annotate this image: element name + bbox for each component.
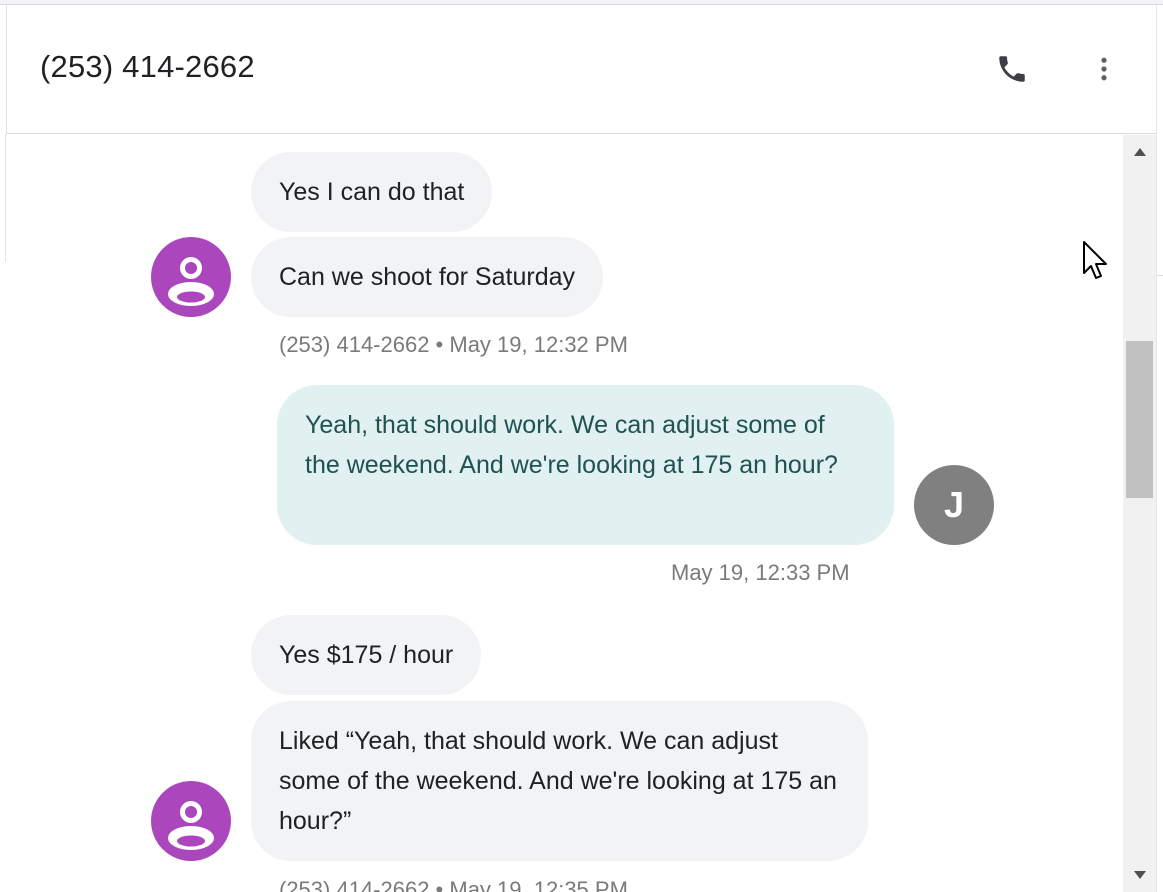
my-avatar[interactable]: J [914,465,994,545]
conversation-header: (253) 414-2662 [6,5,1156,134]
message-meta: (253) 414-2662 • May 19, 12:35 PM [279,877,628,892]
message-bubble-outgoing[interactable]: Yeah, that should work. We can adjust so… [277,385,894,545]
person-icon [168,257,214,306]
contact-avatar[interactable] [151,781,231,861]
mouse-pointer-icon [1083,241,1107,279]
contact-avatar[interactable] [151,237,231,317]
messages-window: (253) 414-2662 Yes I can do that Can we … [0,0,1163,892]
more-options-button[interactable] [1084,49,1124,89]
more-vert-icon [1101,57,1107,81]
message-bubble-incoming[interactable]: Liked “Yeah, that should work. We can ad… [251,701,868,861]
avatar-initial: J [943,484,965,525]
window-right-edge [1156,5,1163,892]
scroll-up-arrow-icon [1133,148,1146,156]
conversation-title: (253) 414-2662 [40,49,255,84]
message-meta: May 19, 12:33 PM [671,560,850,585]
scroll-down-button[interactable] [1123,860,1156,890]
scrollbar-thumb[interactable] [1126,341,1153,498]
vertical-scrollbar[interactable] [1123,135,1156,892]
scroll-up-button[interactable] [1123,137,1156,167]
person-icon [168,801,214,850]
message-bubble-incoming[interactable]: Yes $175 / hour [251,615,482,695]
scroll-down-arrow-icon [1133,871,1146,879]
call-button[interactable] [992,49,1032,89]
message-bubble-incoming[interactable]: Yes I can do that [251,152,493,232]
message-thread[interactable]: Yes I can do that Can we shoot for Satur… [6,135,1123,892]
message-bubble-incoming[interactable]: Can we shoot for Saturday [251,237,603,317]
phone-icon [999,56,1025,82]
message-meta: (253) 414-2662 • May 19, 12:32 PM [279,332,628,357]
